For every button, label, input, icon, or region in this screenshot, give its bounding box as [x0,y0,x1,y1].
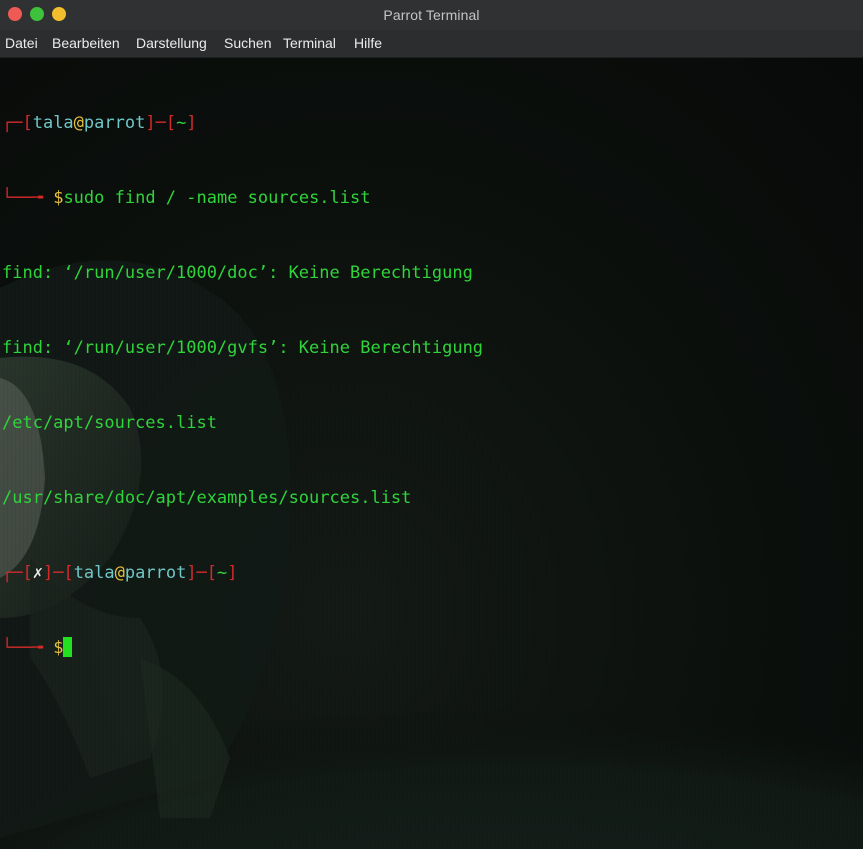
prompt-frame: ┌─[ [2,563,33,583]
error-status-icon: ✗ [32,563,43,583]
prompt-user: tala [73,563,115,583]
window-title: Parrot Terminal [383,7,480,23]
menu-hilfe[interactable]: Hilfe [354,35,382,51]
output-line: /usr/share/doc/apt/examples/sources.list [2,488,412,508]
prompt-frame: ] [227,563,238,583]
menu-suchen[interactable]: Suchen [224,35,271,51]
text-cursor[interactable] [63,637,73,657]
menu-terminal[interactable]: Terminal [283,35,336,51]
prompt-at: @ [114,563,125,583]
prompt-line-1-top: ┌─[tala@parrot]─[~] [2,111,483,136]
output-line: find: ‘/run/user/1000/doc’: Keine Berech… [2,263,473,283]
prompt-frame: ┌─[ [2,113,33,133]
prompt-user: tala [32,113,74,133]
prompt-frame: ]─[ [145,113,177,133]
prompt-line-2-top: ┌─[✗]─[tala@parrot]─[~] [2,561,483,586]
command-text: sudo find / -name sources.list [63,188,371,208]
menu-datei[interactable]: Datei [5,35,38,51]
menu-bar: Datei Bearbeiten Darstellung Suchen Term… [0,30,863,58]
prompt-frame: └──╼ [2,188,54,208]
output-line: /etc/apt/sources.list [2,413,217,433]
menu-darstellung[interactable]: Darstellung [136,35,207,51]
prompt-frame: ] [186,113,197,133]
terminal-area[interactable]: ┌─[tala@parrot]─[~] └──╼ $sudo find / -n… [0,58,863,849]
prompt-line-2-bottom: └──╼ $ [2,636,483,661]
terminal-output: ┌─[tala@parrot]─[~] └──╼ $sudo find / -n… [2,61,483,711]
prompt-dollar: $ [53,638,64,658]
prompt-dir: ~ [176,113,187,133]
prompt-dir: ~ [217,563,228,583]
prompt-host: parrot [83,113,146,133]
prompt-frame: ]─[ [42,563,74,583]
prompt-host: parrot [124,563,187,583]
terminal-window: Parrot Terminal Datei Bearbeiten Darstel… [0,0,863,849]
menu-bearbeiten[interactable]: Bearbeiten [52,35,120,51]
prompt-frame: └──╼ [2,638,54,658]
prompt-line-1-bottom: └──╼ $sudo find / -name sources.list [2,186,483,211]
prompt-at: @ [73,113,84,133]
prompt-dollar: $ [53,188,64,208]
title-bar: Parrot Terminal [0,0,863,30]
prompt-frame: ]─[ [186,563,218,583]
output-line: find: ‘/run/user/1000/gvfs’: Keine Berec… [2,338,484,358]
